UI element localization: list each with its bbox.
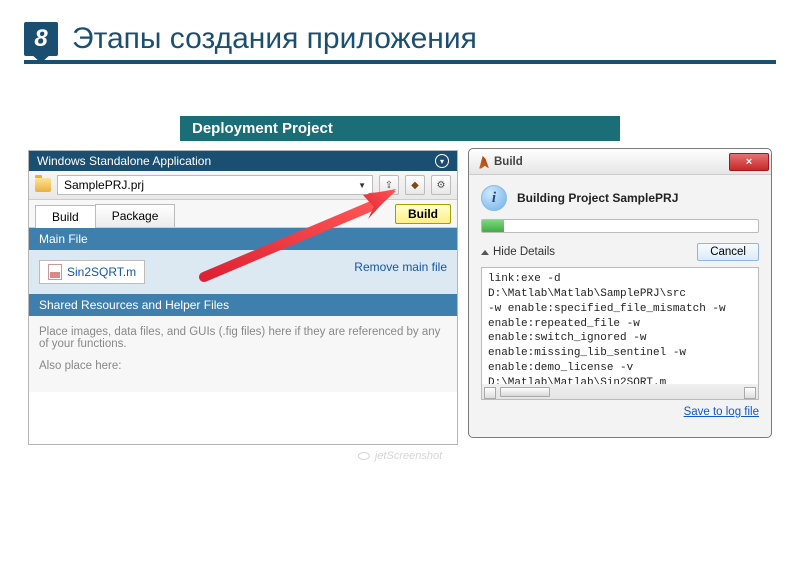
main-file-panel: Main File Sin2SQRT.m Remove main file [29,228,457,294]
building-project-label: Building Project SamplePRJ [517,191,678,205]
title-divider [24,60,776,64]
cancel-button[interactable]: Cancel [697,243,759,261]
deployment-window: Windows Standalone Application ▾ SampleP… [28,150,458,445]
main-file-header: Main File [29,228,457,250]
project-file-name: SamplePRJ.prj [64,178,144,192]
section-banner: Deployment Project [180,116,620,141]
save-to-log-link[interactable]: Save to log file [481,406,759,418]
hide-details-toggle[interactable]: Hide Details [481,246,555,258]
remove-main-file-link[interactable]: Remove main file [354,260,447,274]
build-dialog: Build × i Building Project SamplePRJ Hid… [468,148,772,438]
hide-details-label: Hide Details [493,246,555,258]
dialog-titlebar: Build × [469,149,771,175]
shared-resources-panel: Shared Resources and Helper Files Place … [29,294,457,392]
info-icon: i [481,185,507,211]
dialog-title: Build [494,156,523,168]
shared-resources-text: Place images, data files, and GUIs (.fig… [39,326,447,350]
slide-number-badge: 8 [24,22,58,56]
matlab-icon [475,155,489,169]
slide-header: 8 Этапы создания приложения [24,22,776,56]
main-file-name: Sin2SQRT.m [67,265,136,279]
window-title: Windows Standalone Application [37,154,211,168]
build-log[interactable]: link:exe -d D:\Matlab\Matlab\SamplePRJ\s… [481,267,759,385]
titlebar-menu-icon[interactable]: ▾ [435,154,449,168]
folder-icon[interactable] [35,178,51,192]
main-file-chip[interactable]: Sin2SQRT.m [39,260,145,284]
tab-package[interactable]: Package [95,204,176,227]
mfile-icon [48,264,62,280]
close-button[interactable]: × [729,153,769,171]
build-button[interactable]: Build [395,204,451,224]
watermark-text: jetScreenshot [375,450,442,462]
progress-fill [482,220,504,232]
shared-resources-header: Shared Resources and Helper Files [29,294,457,316]
cube-icon[interactable]: ◆ [405,175,425,195]
build-info-row: i Building Project SamplePRJ [481,185,759,211]
scrollbar-thumb[interactable] [500,387,550,397]
also-place-text: Also place here: [39,360,447,372]
watermark-icon [358,452,370,460]
progress-bar [481,219,759,233]
tab-build[interactable]: Build [35,205,96,228]
project-toolbar: SamplePRJ.prj ▼ ⇪ ◆ ⚙ [29,171,457,200]
log-scrollbar[interactable] [481,384,759,400]
watermark: jetScreenshot [358,450,442,462]
package-tool-icon[interactable]: ⇪ [379,175,399,195]
slide-title: Этапы создания приложения [72,22,477,56]
window-titlebar: Windows Standalone Application ▾ [29,151,457,171]
project-file-field[interactable]: SamplePRJ.prj ▼ [57,175,373,195]
chevron-up-icon [481,250,489,255]
tabs-row: Build Package Build [29,200,457,228]
gear-icon[interactable]: ⚙ [431,175,451,195]
dropdown-icon[interactable]: ▼ [358,181,366,190]
